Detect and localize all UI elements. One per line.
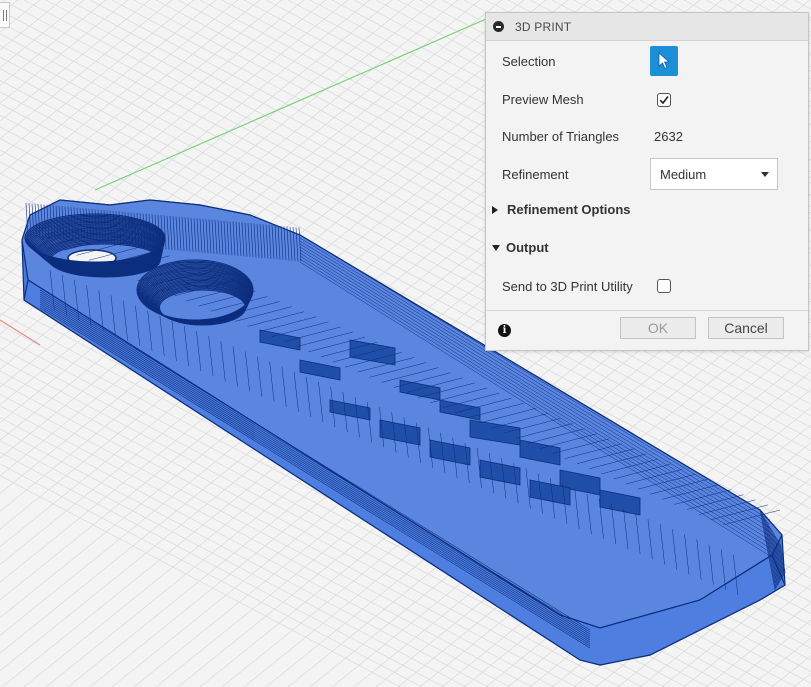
info-icon[interactable]: i — [498, 324, 511, 337]
preview-mesh-row: Preview Mesh — [486, 84, 808, 114]
output-label: Output — [506, 240, 549, 255]
expand-arrow-icon — [492, 205, 498, 214]
dialog-footer: i OK Cancel — [486, 310, 808, 350]
triangles-value: 2632 — [654, 128, 683, 144]
selection-label: Selection — [502, 53, 556, 69]
ok-button[interactable]: OK — [620, 317, 696, 339]
refinement-options-header[interactable]: Refinement Options — [492, 202, 631, 217]
checkmark-icon — [659, 96, 669, 105]
cursor-icon — [658, 52, 671, 70]
output-header[interactable]: Output — [492, 240, 549, 255]
3d-print-dialog: 3D PRINT Selection Preview Mesh Number o… — [485, 12, 809, 351]
triangles-row: Number of Triangles 2632 — [486, 121, 808, 151]
collapse-arrow-icon — [492, 244, 500, 251]
browser-panel-handle[interactable] — [0, 2, 10, 28]
refinement-value: Medium — [660, 166, 707, 182]
refinement-label: Refinement — [502, 166, 569, 182]
send-label: Send to 3D Print Utility — [502, 278, 633, 294]
refinement-dropdown[interactable]: Medium — [650, 158, 778, 190]
dialog-title: 3D PRINT — [515, 19, 572, 34]
preview-mesh-checkbox[interactable] — [657, 93, 671, 107]
triangles-label: Number of Triangles — [502, 128, 620, 144]
collapse-icon[interactable] — [493, 21, 504, 32]
dropdown-caret-icon — [761, 172, 769, 177]
dialog-header[interactable]: 3D PRINT — [486, 13, 808, 41]
refinement-row: Refinement Medium — [486, 158, 808, 190]
send-checkbox[interactable] — [657, 279, 671, 293]
cancel-button[interactable]: Cancel — [708, 317, 784, 339]
preview-mesh-label: Preview Mesh — [502, 91, 584, 107]
selection-button[interactable] — [650, 46, 678, 76]
send-row: Send to 3D Print Utility — [486, 271, 808, 301]
refinement-options-label: Refinement Options — [507, 202, 631, 217]
selection-row: Selection — [486, 46, 808, 76]
